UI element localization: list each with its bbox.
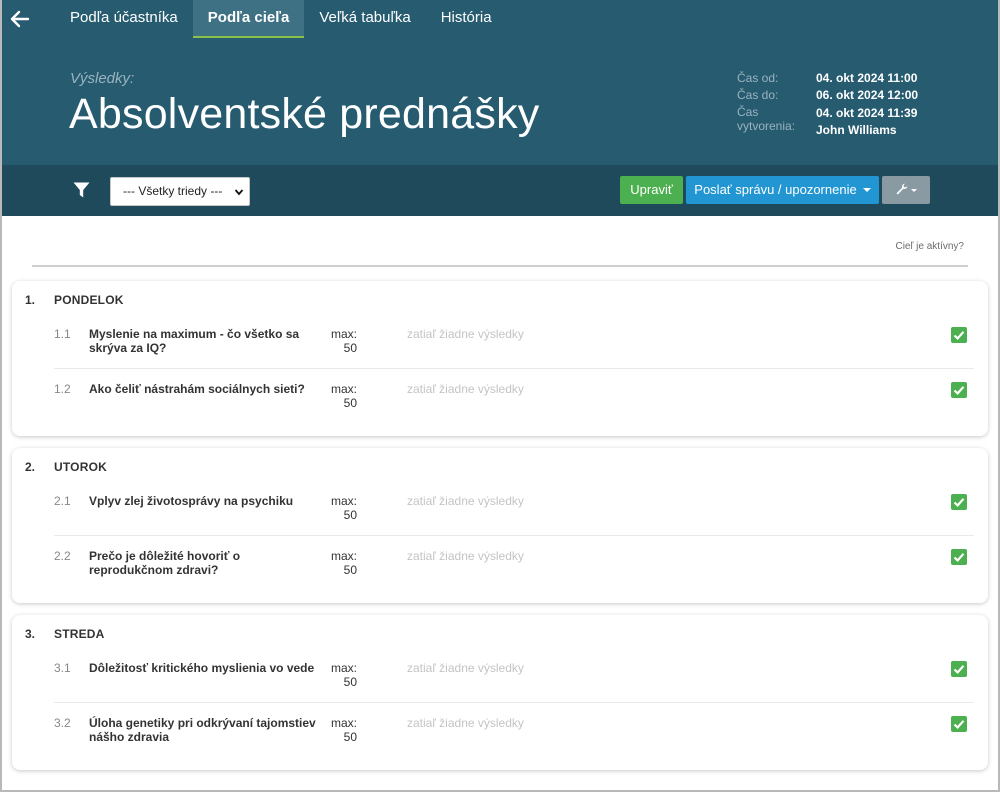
row-divider xyxy=(54,535,974,536)
section-number: 3. xyxy=(25,627,36,641)
tab-by-goal[interactable]: Podľa cieľa xyxy=(192,0,305,38)
time-to-value: 06. okt 2024 12:00 xyxy=(816,88,919,102)
item-max: max: 50 xyxy=(331,716,357,744)
checkmark-icon xyxy=(953,665,965,674)
item-max: max: 50 xyxy=(331,661,357,689)
list-item: 3.1 Dôležitosť kritického myslienia vo v… xyxy=(12,661,988,716)
section-card: 1. PONDELOK 1.1 Myslenie na maximum - čo… xyxy=(12,281,988,436)
caret-down-icon xyxy=(862,188,871,192)
item-number: 1.1 xyxy=(54,327,71,341)
edit-button[interactable]: Upraviť xyxy=(620,176,683,204)
checkmark-icon xyxy=(953,553,965,562)
active-checkbox[interactable] xyxy=(951,327,967,343)
max-value: 50 xyxy=(343,508,357,522)
section-title: UTOROK xyxy=(54,460,107,474)
checkmark-icon xyxy=(953,720,965,729)
item-name: Dôležitosť kritického myslienia vo vede xyxy=(89,661,315,675)
list-item: 2.2 Prečo je dôležité hovoriť o reproduk… xyxy=(12,549,988,604)
active-checkbox[interactable] xyxy=(951,382,967,398)
wrench-icon xyxy=(896,183,907,195)
item-status: zatiaľ žiadne výsledky xyxy=(407,661,524,675)
item-status: zatiaľ žiadne výsledky xyxy=(407,716,524,730)
item-name: Myslenie na maximum - čo všetko sa skrýv… xyxy=(89,327,300,355)
max-label: max: xyxy=(331,549,358,563)
max-value: 50 xyxy=(343,341,357,355)
send-message-label: Poslať správu / upozornenie xyxy=(694,182,857,197)
item-number: 3.1 xyxy=(54,661,71,675)
active-checkbox[interactable] xyxy=(951,549,967,565)
class-select-value: --- Všetky triedy --- xyxy=(123,184,223,198)
item-status: zatiaľ žiadne výsledky xyxy=(407,327,524,341)
section-number: 2. xyxy=(25,460,36,474)
item-number: 3.2 xyxy=(54,716,71,730)
header: Podľa účastníka Podľa cieľa Veľká tabuľk… xyxy=(2,0,998,165)
list-item: 1.2 Ako čeliť nástrahám sociálnych sieti… xyxy=(12,382,988,437)
list-item: 3.2 Úloha genetiky pri odkrývaní tajomst… xyxy=(12,716,988,771)
divider xyxy=(32,265,968,267)
section-card: 3. STREDA 3.1 Dôležitosť kritického mysl… xyxy=(12,615,988,770)
item-status: zatiaľ žiadne výsledky xyxy=(407,382,524,396)
item-name: Prečo je dôležité hovoriť o reprodukčnom… xyxy=(89,549,241,577)
meta-info: Čas od: 04. okt 2024 11:00 Čas do: 06. o… xyxy=(737,70,918,139)
section-title: PONDELOK xyxy=(54,293,124,307)
tab-by-participant[interactable]: Podľa účastníka xyxy=(55,0,193,38)
max-label: max: xyxy=(331,661,358,675)
class-select[interactable]: --- Všetky triedy --- xyxy=(110,177,250,206)
item-number: 2.1 xyxy=(54,494,71,508)
nav-tabs: Podľa účastníka Podľa cieľa Veľká tabuľk… xyxy=(55,0,507,38)
section-title: STREDA xyxy=(54,627,105,641)
item-max: max: 50 xyxy=(331,494,357,522)
item-max: max: 50 xyxy=(331,382,357,410)
send-message-button[interactable]: Poslať správu / upozornenie xyxy=(686,176,879,204)
list-item: 1.1 Myslenie na maximum - čo všetko sa s… xyxy=(12,327,988,382)
time-to-label: Čas do: xyxy=(737,88,779,102)
page-title: Absolventské prednášky xyxy=(69,90,540,138)
active-checkbox[interactable] xyxy=(951,494,967,510)
author-name: John Williams xyxy=(816,123,897,137)
active-checkbox[interactable] xyxy=(951,661,967,677)
row-divider xyxy=(54,702,974,703)
section-number: 1. xyxy=(25,293,36,307)
checkmark-icon xyxy=(953,331,965,340)
chevron-down-icon xyxy=(234,189,244,196)
active-checkbox[interactable] xyxy=(951,716,967,732)
tab-big-table[interactable]: Veľká tabuľka xyxy=(304,0,425,38)
goal-active-link[interactable]: Cieľ je aktívny? xyxy=(895,241,964,252)
item-name: Vplyv zlej životosprávy na psychiku xyxy=(89,494,294,508)
max-value: 50 xyxy=(343,563,357,577)
item-name: Úloha genetiky pri odkrývaní tajomstiev … xyxy=(89,716,316,744)
item-max: max: 50 xyxy=(331,549,357,577)
max-value: 50 xyxy=(343,396,357,410)
item-max: max: 50 xyxy=(331,327,357,355)
created-value: 04. okt 2024 11:39 xyxy=(816,106,918,120)
caret-down-icon xyxy=(910,189,917,192)
row-divider xyxy=(54,368,974,369)
item-number: 1.2 xyxy=(54,382,71,396)
max-label: max: xyxy=(331,494,358,508)
max-label: max: xyxy=(331,382,358,396)
tools-button[interactable] xyxy=(882,176,930,204)
filter-icon[interactable] xyxy=(73,182,90,198)
checkmark-icon xyxy=(953,386,965,395)
tab-history[interactable]: História xyxy=(426,0,507,38)
item-number: 2.2 xyxy=(54,549,71,563)
list-item: 2.1 Vplyv zlej životosprávy na psychiku … xyxy=(12,494,988,549)
section-card: 2. UTOROK 2.1 Vplyv zlej životosprávy na… xyxy=(12,448,988,603)
created-label: Čas vytvorenia: xyxy=(737,105,796,133)
max-label: max: xyxy=(331,716,358,730)
item-name: Ako čeliť nástrahám sociálnych sieti? xyxy=(89,382,305,396)
max-label: max: xyxy=(331,327,358,341)
checkmark-icon xyxy=(953,498,965,507)
time-from-value: 04. okt 2024 11:00 xyxy=(816,71,918,85)
arrow-left-icon xyxy=(10,10,30,28)
app-window: Podľa účastníka Podľa cieľa Veľká tabuľk… xyxy=(0,0,1000,792)
time-from-label: Čas od: xyxy=(737,71,779,85)
max-value: 50 xyxy=(343,675,357,689)
back-button[interactable] xyxy=(9,8,31,30)
item-status: zatiaľ žiadne výsledky xyxy=(407,549,524,563)
item-status: zatiaľ žiadne výsledky xyxy=(407,494,524,508)
results-label: Výsledky: xyxy=(70,70,135,87)
max-value: 50 xyxy=(343,730,357,744)
